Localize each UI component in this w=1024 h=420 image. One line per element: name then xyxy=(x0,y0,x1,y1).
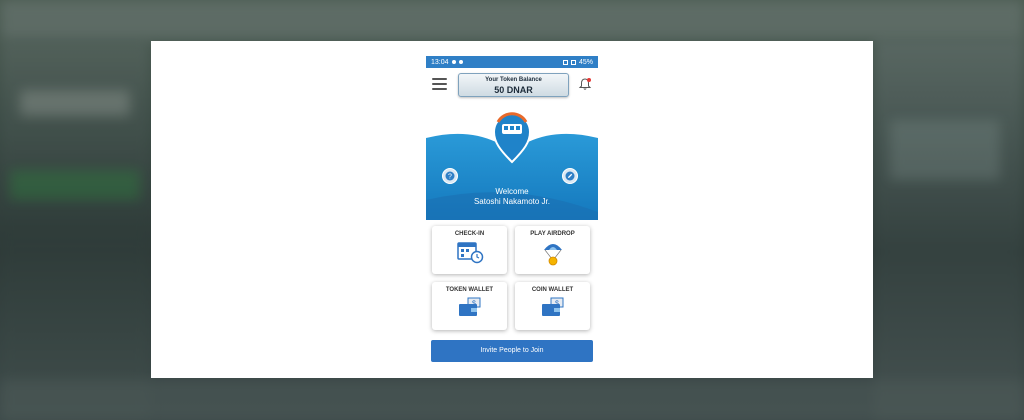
notification-icon xyxy=(458,60,463,64)
token-balance-card: Your Token Balance 50 DNAR xyxy=(458,73,569,97)
tile-label: TOKEN WALLET xyxy=(445,287,494,293)
balance-label: Your Token Balance xyxy=(485,77,542,83)
user-name: Satoshi Nakamoto Jr. xyxy=(473,197,551,206)
check-in-tile[interactable]: CHECK-IN xyxy=(432,226,507,274)
wallet-icon: $ xyxy=(541,297,563,316)
help-button[interactable]: ? xyxy=(442,168,458,184)
status-bar: 13:04 45% xyxy=(426,56,598,68)
tile-label: PLAY AIRDROP xyxy=(530,231,575,237)
welcome-greeting: Welcome xyxy=(495,187,529,196)
question-icon: ? xyxy=(445,171,455,181)
wallet-icon: $ xyxy=(458,297,480,316)
invite-button[interactable]: Invite People to Join xyxy=(431,340,593,362)
wifi-icon xyxy=(562,59,568,65)
status-time: 13:04 xyxy=(431,58,449,66)
edit-profile-button[interactable] xyxy=(562,168,578,184)
notification-icon xyxy=(451,60,456,64)
phone-screen: 13:04 45% Your Token Balance 50 DNAR ? W… xyxy=(426,56,598,366)
play-airdrop-tile[interactable]: PLAY AIRDROP xyxy=(515,226,590,274)
tile-label: COIN WALLET xyxy=(531,287,574,293)
bell-icon[interactable] xyxy=(578,77,592,91)
calendar-clock-icon xyxy=(456,242,483,264)
battery-level: 45% xyxy=(578,58,593,66)
signal-icon xyxy=(570,59,576,65)
menu-icon[interactable] xyxy=(432,78,447,90)
tile-label: CHECK-IN xyxy=(454,231,485,237)
welcome-message: Welcome Satoshi Nakamoto Jr. xyxy=(426,187,598,207)
pencil-icon xyxy=(565,171,575,181)
balance-value: 50 DNAR xyxy=(494,85,533,95)
svg-text:?: ? xyxy=(448,174,452,181)
coin-wallet-tile[interactable]: COIN WALLET $ xyxy=(515,282,590,330)
parachute-coin-icon xyxy=(543,244,562,266)
app-header: Your Token Balance 50 DNAR xyxy=(426,68,598,100)
token-wallet-tile[interactable]: TOKEN WALLET $ xyxy=(432,282,507,330)
